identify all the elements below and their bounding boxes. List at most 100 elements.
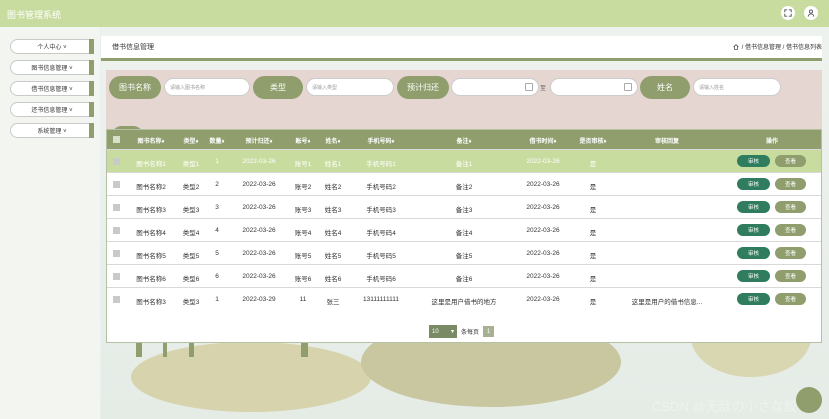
- cell-account: 账号1: [294, 161, 312, 168]
- review-button[interactable]: 审核: [737, 224, 770, 236]
- cell-phone: 手机号码4: [366, 230, 396, 237]
- row-checkbox[interactable]: [113, 296, 120, 303]
- cell-quantity: 6: [215, 273, 219, 280]
- cell-quantity: 5: [215, 250, 219, 257]
- home-icon[interactable]: [733, 43, 739, 50]
- view-button[interactable]: 查看: [775, 178, 806, 190]
- row-checkbox[interactable]: [113, 181, 120, 188]
- row-checkbox[interactable]: [113, 204, 120, 211]
- cell-quantity: 1: [215, 158, 219, 165]
- cell-type: 类型2: [182, 184, 200, 191]
- view-button[interactable]: 查看: [775, 247, 806, 259]
- table-row[interactable]: 图书名称1 类型1 1 2022-03-26 账号1 姓名1 手机号码1 备注1 2022-03…: [107, 149, 821, 172]
- cell-remark: 备注6: [455, 276, 473, 283]
- table-row[interactable]: 图书名称5 类型5 5 2022-03-26 账号5 姓名5 手机号码5 备注5 2022-03…: [107, 241, 821, 264]
- cell-type: 类型3: [182, 207, 200, 214]
- header-borrow-time[interactable]: 借书时间♦: [529, 136, 556, 145]
- select-all-checkbox[interactable]: [113, 136, 120, 143]
- row-checkbox[interactable]: [113, 250, 120, 257]
- review-button[interactable]: 审核: [737, 270, 770, 282]
- pagination: 10 ▾ 条每页 1: [429, 325, 495, 338]
- header-account[interactable]: 账号♦: [295, 136, 310, 145]
- cell-name: 姓名5: [324, 253, 342, 260]
- header-quantity[interactable]: 数量♦: [209, 136, 224, 145]
- header-return-date[interactable]: 预计归还♦: [245, 136, 272, 145]
- sidebar-item-system[interactable]: 系统管理 ˅: [10, 123, 94, 138]
- cell-type: 类型5: [182, 253, 200, 260]
- cell-account: 11: [299, 296, 307, 303]
- cell-book-name: 图书名称3: [136, 299, 166, 306]
- sidebar-item-borrow-info[interactable]: 借书信息管理 ˅: [10, 81, 94, 96]
- user-icon[interactable]: [804, 6, 818, 20]
- app-title: 图书管理系统: [7, 10, 62, 20]
- cell-borrow-time: 2022-03-26: [526, 227, 560, 234]
- table-row[interactable]: 图书名称4 类型4 4 2022-03-26 账号4 姓名4 手机号码4 备注4 2022-03…: [107, 218, 821, 241]
- cell-quantity: 4: [215, 227, 219, 234]
- type-label: 类型: [253, 76, 303, 99]
- sidebar-item-return-info[interactable]: 还书信息管理 ˅: [10, 102, 94, 117]
- review-button[interactable]: 审核: [737, 247, 770, 259]
- cell-borrow-time: 2022-03-26: [526, 250, 560, 257]
- cell-type: 类型1: [182, 161, 200, 168]
- cell-reviewed: 是: [589, 161, 597, 168]
- background-hill: [131, 342, 371, 412]
- review-button[interactable]: 审核: [737, 178, 770, 190]
- fullscreen-icon[interactable]: [781, 6, 795, 20]
- view-button[interactable]: 查看: [775, 224, 806, 236]
- row-checkbox[interactable]: [113, 273, 120, 280]
- view-button[interactable]: 查看: [775, 201, 806, 213]
- table-row[interactable]: 图书名称3 类型3 1 2022-03-29 11 张三 13111111111 这里是用户借…: [107, 287, 821, 310]
- header-phone[interactable]: 手机号码♦: [367, 136, 394, 145]
- cell-account: 账号3: [294, 207, 312, 214]
- cell-book-name: 图书名称6: [136, 276, 166, 283]
- row-checkbox[interactable]: [113, 227, 120, 234]
- cell-type: 类型4: [182, 230, 200, 237]
- page-number[interactable]: 1: [483, 326, 495, 337]
- review-button[interactable]: 审核: [737, 201, 770, 213]
- return-end-date-input[interactable]: [550, 78, 638, 96]
- sidebar-item-personal-center[interactable]: 个人中心 ˅: [10, 39, 94, 54]
- cell-name: 姓名4: [324, 230, 342, 237]
- header-book-name[interactable]: 图书名称♦: [137, 136, 164, 145]
- cell-remark: 备注3: [455, 207, 473, 214]
- cell-reviewed: 是: [589, 276, 597, 283]
- table-header: 图书名称♦ 类型♦ 数量♦ 预计归还♦ 账号♦ 姓名♦ 手机号码♦ 备注♦ 借书…: [107, 130, 821, 149]
- type-input[interactable]: 请输入类型: [306, 78, 394, 96]
- name-input[interactable]: 请输入姓名: [693, 78, 781, 96]
- header-type[interactable]: 类型♦: [183, 136, 198, 145]
- cell-phone: 手机号码6: [366, 276, 396, 283]
- cell-return-date: 2022-03-26: [242, 204, 276, 211]
- breadcrumb-path[interactable]: / 借书信息管理 / 借书信息列表: [742, 42, 822, 51]
- view-button[interactable]: 查看: [775, 155, 806, 167]
- chevron-down-icon: ▾: [450, 329, 454, 335]
- floating-action-button[interactable]: [796, 387, 822, 413]
- review-button[interactable]: 审核: [737, 293, 770, 305]
- cell-reviewed: 是: [589, 253, 597, 260]
- book-name-input[interactable]: 请输入图书名称: [164, 78, 250, 96]
- borrow-table: 图书名称♦ 类型♦ 数量♦ 预计归还♦ 账号♦ 姓名♦ 手机号码♦ 备注♦ 借书…: [106, 129, 822, 343]
- sidebar-item-book-info[interactable]: 图书信息管理 ˅: [10, 60, 94, 75]
- header-remark[interactable]: 备注♦: [456, 136, 471, 145]
- row-checkbox[interactable]: [113, 158, 120, 165]
- table-row[interactable]: 图书名称2 类型2 2 2022-03-26 账号2 姓名2 手机号码2 备注2 2022-03…: [107, 172, 821, 195]
- cell-phone: 手机号码5: [366, 253, 396, 260]
- cell-book-name: 图书名称2: [136, 184, 166, 191]
- table-row[interactable]: 图书名称3 类型3 3 2022-03-26 账号3 姓名3 手机号码3 备注3 2022-03…: [107, 195, 821, 218]
- view-button[interactable]: 查看: [775, 293, 806, 305]
- return-start-date-input[interactable]: [451, 78, 539, 96]
- view-button[interactable]: 查看: [775, 270, 806, 282]
- return-date-label: 预计归还: [397, 76, 449, 99]
- page-size-select[interactable]: 10 ▾: [429, 325, 457, 338]
- main-content: 借书信息管理 / 借书信息管理 / 借书信息列表 图书名称 请输入图书名称 类型…: [101, 27, 829, 419]
- header-name[interactable]: 姓名♦: [325, 136, 340, 145]
- cell-review-reply: 这里是用户的借书信息...: [631, 299, 703, 306]
- cell-borrow-time: 2022-03-26: [526, 204, 560, 211]
- table-row[interactable]: 图书名称6 类型6 6 2022-03-26 账号6 姓名6 手机号码6 备注6 2022-03…: [107, 264, 821, 287]
- cell-borrow-time: 2022-03-26: [526, 273, 560, 280]
- review-button[interactable]: 审核: [737, 155, 770, 167]
- watermark: CSDN @无敌の小さな鲛: [652, 399, 797, 414]
- cell-quantity: 1: [215, 296, 219, 303]
- header-reviewed[interactable]: 是否审核♦: [579, 136, 606, 145]
- per-page-label: 条每页: [461, 330, 480, 336]
- cell-borrow-time: 2022-03-26: [526, 296, 560, 303]
